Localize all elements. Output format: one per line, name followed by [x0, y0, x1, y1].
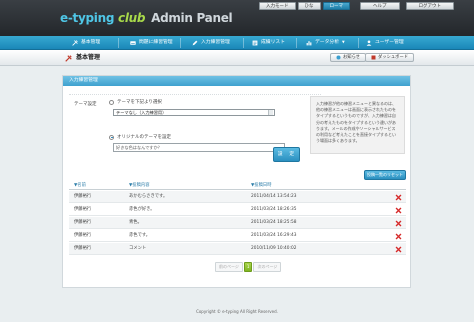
page-subheader: 基本管理 お知らせ ダッシュボード [0, 50, 474, 66]
user-icon [366, 39, 372, 46]
nav-item-users[interactable]: ユーザー管理 [366, 36, 404, 49]
row-content: あかむらさきです。 [129, 194, 168, 199]
dashboard-button[interactable]: ダッシュボード [365, 53, 415, 62]
top-buttons: 入力モード ひな ローマ ヘルプ ログアウト [259, 2, 454, 10]
row-date: 2011/03/24 18:26:35 [251, 207, 297, 212]
row-name: 伊藤裕行 [74, 233, 92, 238]
nav-divider [243, 38, 244, 48]
chevron-down-icon: ▼ [342, 40, 345, 44]
row-content: 赤色が好き。 [129, 207, 155, 212]
keyboard-icon [130, 40, 136, 45]
main-nav: 基本管理 問題に練習管理 入力練習管理 成績リスト データ分析 ▼ ユーザー管理 [0, 36, 474, 50]
radio-button-checked[interactable] [109, 134, 114, 140]
nav-divider [118, 38, 119, 48]
tools-icon [72, 39, 78, 46]
radio-select-label: テーマを下記より選択 [117, 100, 162, 105]
row-name: 伊藤裕行 [74, 246, 92, 251]
column-header-name[interactable]: ▼名前 [74, 182, 86, 190]
page-title-text: 基本管理 [76, 54, 101, 61]
chart-icon [306, 40, 312, 45]
logo-panel: Admin Panel [151, 11, 233, 25]
app-header: e-typing club Admin Panel 入力モード ひな ローマ ヘ… [0, 0, 474, 36]
row-name: 伊藤裕行 [74, 207, 92, 212]
delete-icon[interactable] [395, 233, 402, 240]
footer-copyright: Copyright © e-typing All Right Reserved. [196, 309, 278, 314]
theme-form: テーマ設定 テーマを下記より選択 テーマなし（入力練習用） オリジナルのテーマを… [69, 94, 321, 152]
nav-item-label: ユーザー管理 [375, 40, 404, 45]
table-row: 伊藤裕行 赤色です。 2011/03/24 16:29:43 [69, 230, 406, 242]
logo-club: club [118, 11, 146, 25]
table-row: 伊藤裕行 赤色が好き。 2011/03/24 18:26:35 [69, 204, 406, 216]
table-header: ▼名前 ▼投稿内容 ▼投稿日時 [69, 182, 406, 190]
nav-item-label: 成績リスト [261, 40, 285, 45]
logo[interactable]: e-typing club Admin Panel [60, 11, 233, 25]
tools-icon [65, 54, 72, 62]
logout-button[interactable]: ログアウト [405, 2, 454, 10]
page-title: 基本管理 [65, 50, 100, 66]
notice-button[interactable]: お知らせ [330, 53, 367, 62]
row-content: 赤色です。 [129, 233, 151, 238]
logo-main: e-typing [60, 11, 115, 25]
set-button[interactable]: 設 定 [273, 147, 300, 162]
input-practice-panel: 入力練習管理 テーマ設定 テーマを下記より選択 テーマなし（入力練習用） オリジ… [62, 75, 411, 288]
nav-item-label: 入力練習管理 [201, 40, 230, 45]
delete-icon[interactable] [395, 194, 402, 201]
pencil-icon [192, 40, 198, 45]
nav-divider [180, 38, 181, 48]
row-date: 2011/03/24 16:29:43 [251, 233, 297, 238]
nav-item-input[interactable]: 入力練習管理 [192, 36, 230, 49]
page-number-current[interactable]: 1 [243, 262, 253, 272]
radio-select-theme[interactable]: テーマを下記より選択 [109, 99, 162, 105]
next-page-button[interactable]: 次のページ [253, 262, 282, 272]
help-button[interactable]: ヘルプ [360, 2, 400, 10]
hiragana-button[interactable]: ひな [297, 2, 321, 10]
chevron-down-icon [268, 110, 273, 115]
row-date: 2011/04/14 13:54:23 [251, 194, 297, 199]
notice-button-label: お知らせ [343, 55, 361, 60]
bell-icon [336, 55, 341, 60]
row-content: 青色。 [129, 220, 142, 225]
dashboard-icon [371, 55, 376, 60]
row-date: 2011/03/24 18:25:58 [251, 220, 297, 225]
nav-item-label: 基本管理 [81, 40, 101, 45]
column-header-content[interactable]: ▼投稿内容 [129, 182, 150, 190]
radio-custom-label: オリジナルのテーマを設定 [117, 135, 171, 140]
table-row: 伊藤裕行 青色。 2011/03/24 18:25:58 [69, 217, 406, 229]
dashboard-button-label: ダッシュボード [378, 55, 409, 60]
row-content: コメント [129, 246, 147, 251]
list-icon [252, 40, 258, 45]
column-header-date[interactable]: ▼投稿日時 [251, 182, 272, 190]
nav-divider [358, 38, 359, 48]
delete-icon[interactable] [395, 246, 402, 253]
theme-label: テーマ設定 [74, 102, 97, 107]
reset-posts-button[interactable]: 投稿一覧のリセット [364, 170, 406, 180]
pagination: 前のページ 1 次のページ [215, 262, 282, 272]
row-name: 伊藤裕行 [74, 220, 92, 225]
table-row: 伊藤裕行 あかむらさきです。 2011/04/14 13:54:23 [69, 191, 406, 203]
nav-item-label: データ分析 [315, 40, 339, 45]
row-date: 2010/11/09 10:40:02 [251, 246, 297, 251]
help-text-box: 入力練習が他の練習メニューと異なるのは、他の練習メニューは画面に表示されたものを… [310, 96, 405, 154]
nav-item-analysis[interactable]: データ分析 ▼ [306, 36, 345, 49]
delete-icon[interactable] [395, 207, 402, 214]
nav-item-basic[interactable]: 基本管理 [72, 36, 100, 49]
delete-icon[interactable] [395, 220, 402, 227]
row-name: 伊藤裕行 [74, 194, 92, 199]
nav-item-practice[interactable]: 問題に練習管理 [130, 36, 173, 49]
panel-heading: 入力練習管理 [63, 76, 410, 86]
radio-custom-theme[interactable]: オリジナルのテーマを設定 [109, 134, 171, 140]
table-row: 伊藤裕行 コメント 2010/11/09 10:40:02 [69, 243, 406, 255]
radio-button[interactable] [109, 99, 114, 105]
custom-theme-input[interactable]: 好きな色はなんですか？ [113, 143, 285, 152]
nav-item-label: 問題に練習管理 [139, 40, 173, 45]
theme-select-value: テーマなし（入力練習用） [116, 110, 167, 115]
theme-select[interactable]: テーマなし（入力練習用） [113, 109, 275, 116]
romaji-button[interactable]: ローマ [322, 2, 350, 10]
nav-divider [296, 38, 297, 48]
prev-page-button[interactable]: 前のページ [215, 262, 243, 272]
nav-item-results[interactable]: 成績リスト [252, 36, 285, 49]
input-mode-button[interactable]: 入力モード [259, 2, 296, 10]
